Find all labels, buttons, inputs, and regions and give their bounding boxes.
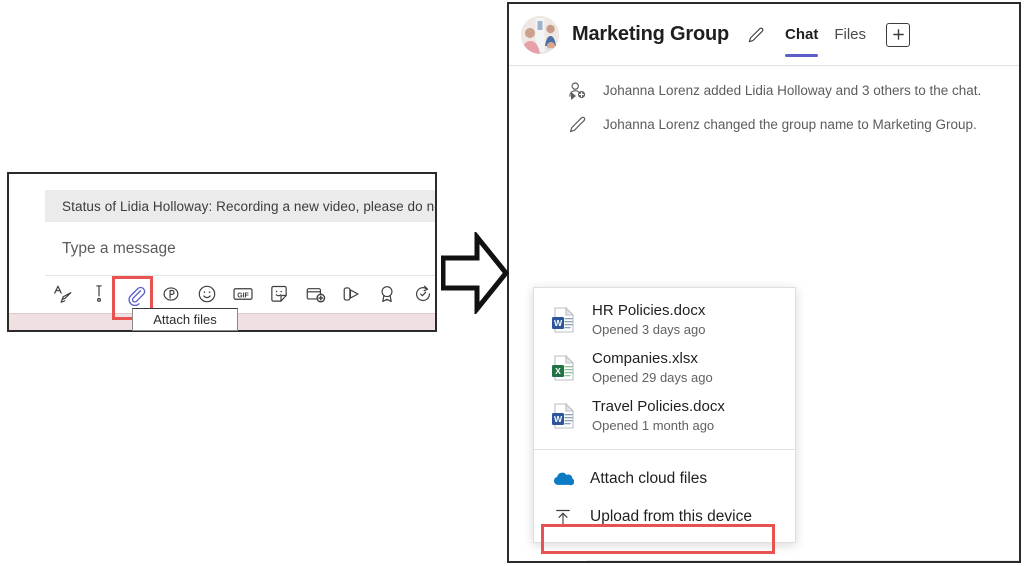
word-file-icon: W	[550, 401, 578, 431]
praise-icon[interactable]	[369, 278, 405, 310]
list-item[interactable]: W HR Policies.docx Opened 3 days ago	[534, 296, 795, 344]
message-compose-area[interactable]	[45, 222, 435, 276]
gif-icon[interactable]: GIF	[225, 278, 261, 310]
word-file-icon: W	[550, 305, 578, 335]
schedule-meeting-icon[interactable]	[297, 278, 333, 310]
compose-toolbar: GIF	[45, 277, 435, 311]
important-icon[interactable]	[81, 278, 117, 310]
add-person-icon	[565, 78, 589, 102]
upload-arrow-icon	[550, 505, 576, 529]
tab-files-label: Files	[834, 26, 867, 43]
svg-text:W: W	[554, 318, 563, 328]
attach-files-menu: W HR Policies.docx Opened 3 days ago X C…	[533, 287, 796, 543]
collapse-caret-icon[interactable]	[571, 92, 576, 100]
emoji-icon[interactable]	[189, 278, 225, 310]
list-item[interactable]: X Companies.xlsx Opened 29 days ago	[534, 344, 795, 392]
sticker-icon[interactable]	[261, 278, 297, 310]
attach-cloud-files-item[interactable]: Attach cloud files	[534, 460, 795, 498]
list-item[interactable]: W Travel Policies.docx Opened 1 month ag…	[534, 392, 795, 440]
system-message: Johanna Lorenz added Lidia Holloway and …	[509, 78, 1019, 102]
right-arrow-callout	[440, 229, 510, 317]
tab-chat-label: Chat	[785, 26, 819, 43]
stream-video-icon[interactable]	[333, 278, 369, 310]
pencil-icon[interactable]	[743, 22, 769, 48]
approvals-icon[interactable]	[405, 278, 435, 310]
system-message-text: Johanna Lorenz added Lidia Holloway and …	[603, 82, 982, 98]
upload-from-device-label: Upload from this device	[590, 508, 752, 525]
attach-files-tooltip: Attach files	[132, 308, 238, 331]
tooltip-label: Attach files	[153, 312, 217, 327]
chat-header: Marketing Group Chat Files	[509, 4, 1019, 66]
system-message: Johanna Lorenz changed the group name to…	[509, 112, 1019, 136]
pencil-icon	[565, 112, 589, 136]
file-name: Travel Policies.docx	[592, 398, 725, 415]
left-status-bar: Status of Lidia Holloway: Recording a ne…	[45, 190, 435, 222]
svg-text:W: W	[554, 414, 563, 424]
attach-cloud-files-label: Attach cloud files	[590, 470, 708, 487]
tab-chat[interactable]: Chat	[785, 4, 819, 65]
attach-files-icon[interactable]	[117, 278, 153, 310]
tab-files[interactable]: Files	[834, 4, 866, 65]
left-status-text: Status of Lidia Holloway: Recording a ne…	[62, 198, 435, 214]
file-subtitle: Opened 29 days ago	[592, 369, 713, 385]
page-title: Marketing Group	[572, 23, 730, 45]
file-subtitle: Opened 3 days ago	[592, 321, 706, 337]
file-subtitle: Opened 1 month ago	[592, 417, 715, 433]
onedrive-cloud-icon	[550, 467, 576, 491]
svg-text:GIF: GIF	[237, 292, 249, 299]
svg-text:X: X	[555, 366, 561, 376]
excel-file-icon: X	[550, 353, 578, 383]
menu-divider	[534, 449, 795, 450]
loop-components-icon[interactable]	[153, 278, 189, 310]
plus-icon[interactable]	[886, 22, 911, 47]
right-status-bar: Recording a new video, please do no	[587, 560, 1019, 561]
message-input[interactable]	[45, 238, 415, 259]
upload-from-device-item[interactable]: Upload from this device	[534, 498, 795, 536]
format-icon[interactable]	[45, 278, 81, 310]
system-message-text: Johanna Lorenz changed the group name to…	[603, 116, 977, 132]
file-name: HR Policies.docx	[592, 302, 706, 319]
file-name: Companies.xlsx	[592, 350, 698, 367]
group-avatar[interactable]	[521, 15, 559, 54]
